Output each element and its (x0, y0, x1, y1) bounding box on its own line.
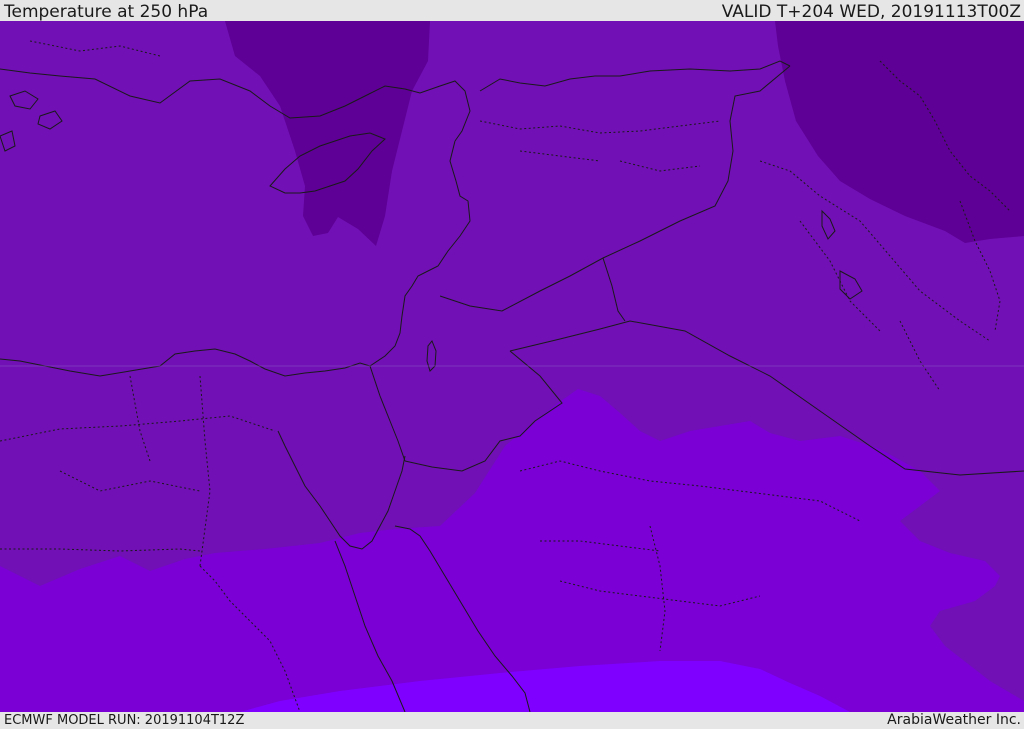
model-run-label: ECMWF MODEL RUN: 20191104T12Z (4, 713, 245, 728)
valid-time: VALID T+204 WED, 20191113T00Z (721, 2, 1021, 22)
map-canvas (0, 21, 1024, 712)
footer-bar: ECMWF MODEL RUN: 20191104T12Z ArabiaWeat… (0, 712, 1024, 729)
map-title: Temperature at 250 hPa (4, 2, 209, 22)
temperature-map (0, 21, 1024, 712)
credit-label: ArabiaWeather Inc. (887, 712, 1021, 728)
header-bar: Temperature at 250 hPa VALID T+204 WED, … (0, 0, 1024, 22)
